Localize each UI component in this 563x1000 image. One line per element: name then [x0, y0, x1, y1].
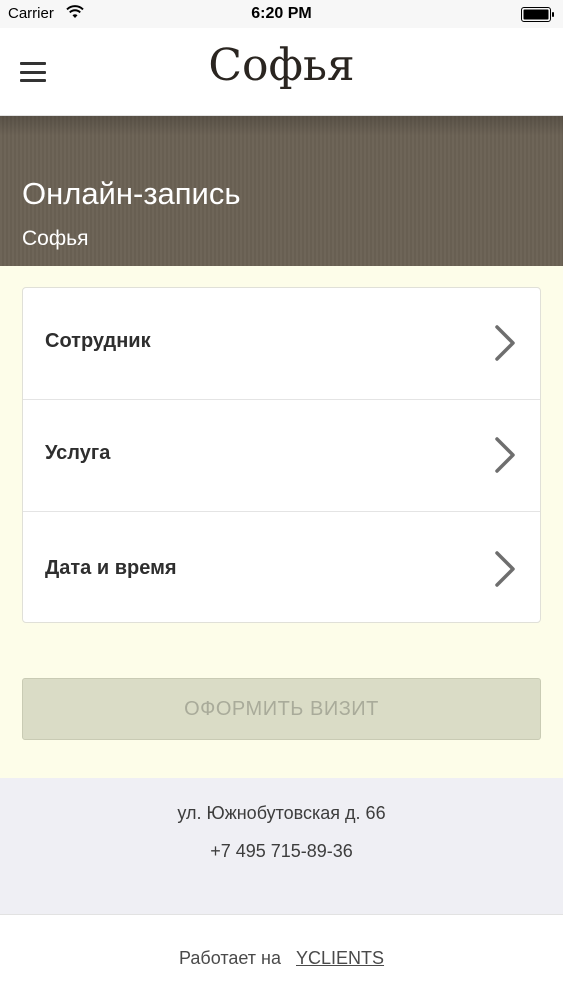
salon-phone[interactable]: +7 495 715-89-36 [0, 841, 563, 862]
booking-row-datetime[interactable]: Дата и время [23, 512, 540, 624]
powered-by-text: Работает на [178, 948, 281, 968]
battery-icon [521, 7, 554, 22]
chevron-right-icon [495, 551, 515, 587]
booking-options-card: Сотрудник Услуга Дата и время [22, 287, 541, 623]
chevron-right-icon [495, 325, 515, 361]
app-header: Софья [0, 28, 563, 116]
powered-by-footer: Работает на YCLIENTS [0, 914, 563, 1000]
booking-row-staff[interactable]: Сотрудник [23, 288, 540, 400]
status-time: 6:20 PM [251, 5, 312, 22]
booking-row-label: Сотрудник [45, 330, 151, 352]
booking-section: Сотрудник Услуга Дата и время ОФОРМИТЬ В… [0, 266, 563, 778]
chevron-right-icon [495, 437, 515, 473]
booking-row-service[interactable]: Услуга [23, 400, 540, 512]
page-title: Онлайн-запись [22, 176, 241, 211]
booking-row-label: Услуга [45, 442, 111, 464]
book-visit-button[interactable]: ОФОРМИТЬ ВИЗИТ [22, 678, 541, 740]
salon-contacts: ул. Южнобутовская д. 66 +7 495 715-89-36 [0, 778, 563, 914]
booking-row-label: Дата и время [45, 557, 177, 579]
salon-address: ул. Южнобутовская д. 66 [177, 803, 386, 823]
page-subtitle: Софья [22, 227, 89, 250]
brand-logo: Софья [208, 40, 355, 91]
hero-banner: Онлайн-запись Софья [0, 116, 563, 266]
yclients-link[interactable]: YCLIENTS [296, 948, 384, 968]
status-bar: Carrier 6:20 PM [0, 0, 563, 28]
